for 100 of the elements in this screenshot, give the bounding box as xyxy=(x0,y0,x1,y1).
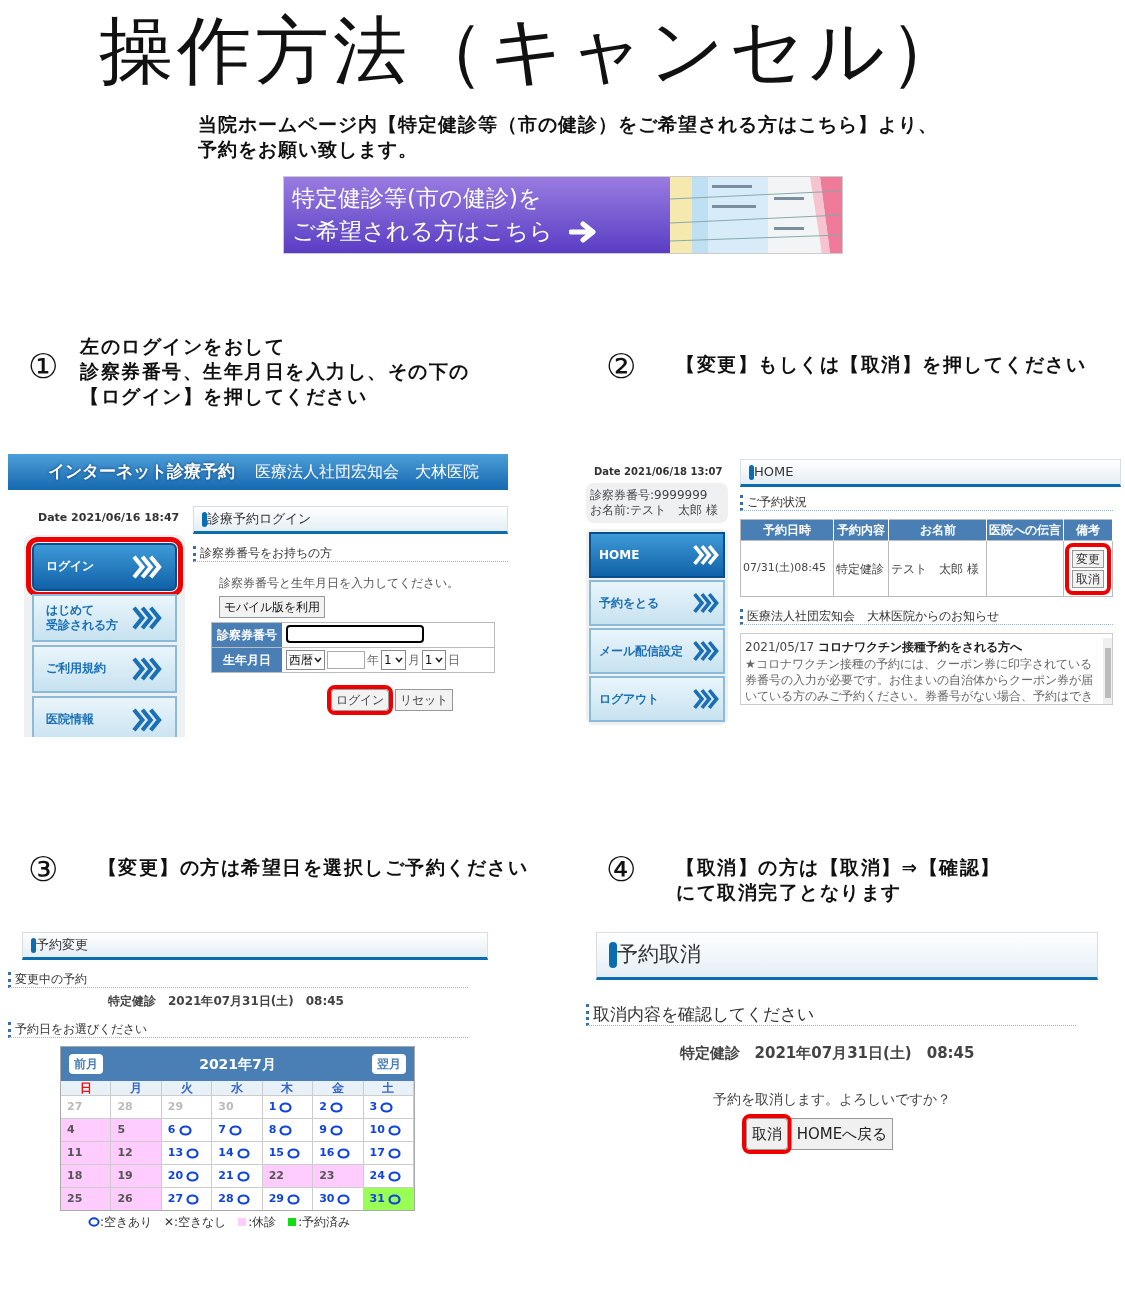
unit-text: 日 xyxy=(448,652,461,669)
month-select[interactable]: 1 xyxy=(381,650,406,670)
calendar-day[interactable]: 12 xyxy=(111,1142,162,1164)
circle-icon xyxy=(329,1124,343,1136)
column-header: 医院への伝言 xyxy=(986,519,1064,541)
circle-icon xyxy=(287,1147,300,1159)
unit-text: 月 xyxy=(407,652,420,669)
page-title: 診療予約ログイン xyxy=(207,510,311,529)
step-instruction: 【取消】の方は【取消】⇒【確認】 xyxy=(676,856,1001,880)
row-action-button[interactable]: 取消 xyxy=(1071,569,1104,588)
banner-text: ご希望される方はこちら xyxy=(292,217,553,246)
circle-icon xyxy=(279,1101,293,1113)
prev-month-button[interactable]: 前月 xyxy=(69,1054,103,1074)
circle-icon xyxy=(228,1124,242,1136)
nav-item[interactable]: ご利用規約 xyxy=(32,644,177,693)
step-instruction: 診察券番号、生年月日を入力し、その下の xyxy=(80,360,470,384)
intro-text: 予約をお願い致します。 xyxy=(198,137,419,162)
calendar-day[interactable]: 23 xyxy=(313,1165,364,1187)
legend-label: ✕:空きなし xyxy=(164,1214,227,1231)
circle-icon xyxy=(329,1101,343,1113)
step-instruction: 左のログインをおして xyxy=(80,335,286,359)
table-cell: テスト 太郎 様 xyxy=(888,540,987,597)
news-body-line: ★コロナワクチン接種の予約には、クーポン券に印字されている xyxy=(745,656,1093,672)
field-label: 生年月日 xyxy=(212,648,282,672)
service-title: インターネット診療予約 xyxy=(48,460,235,484)
nav-item[interactable]: HOME xyxy=(589,532,725,578)
nav-item[interactable]: メール配信設定 xyxy=(589,628,725,674)
calendar-day[interactable]: 26 xyxy=(111,1188,162,1210)
nav-item[interactable]: ログアウト xyxy=(589,676,725,722)
nav-item[interactable]: 予約をとる xyxy=(589,580,725,626)
circle-icon xyxy=(186,1170,200,1182)
nav-label: ログイン xyxy=(46,559,94,574)
calendar-day[interactable]: 22 xyxy=(262,1165,314,1187)
weekday-label: 火 xyxy=(161,1081,213,1095)
row-action-button[interactable]: 変更 xyxy=(1071,549,1104,568)
card-number-field[interactable] xyxy=(286,625,424,643)
circle-icon xyxy=(387,1170,401,1182)
scrollbar xyxy=(1103,638,1112,704)
circle-icon xyxy=(380,1101,394,1113)
nav-label: ログアウト xyxy=(599,691,659,707)
date-text: Date 2021/06/18 13:07 xyxy=(593,465,724,479)
date-text: Date 2021/06/16 18:47 xyxy=(37,510,181,526)
year-field[interactable] xyxy=(327,651,365,669)
news-body-line: 券番号の入力が必要です。お住まいの自治体からクーポン券が届 xyxy=(745,672,1094,688)
legend-label: :予約済み xyxy=(298,1214,351,1231)
triple-chevron-icon xyxy=(693,542,719,568)
calendar-day[interactable]: 31 xyxy=(363,1188,414,1210)
weekday-label: 日 xyxy=(61,1081,112,1095)
news-body-line: いている方のみご予約ください。券番号がない場合、予約はでき xyxy=(745,688,1094,704)
nav-label: メール配信設定 xyxy=(599,643,683,659)
circle-icon xyxy=(287,1193,300,1205)
calendar-day[interactable]: 5 xyxy=(111,1119,162,1141)
caret-icon xyxy=(435,657,444,663)
confirm-button[interactable]: HOMEへ戻る xyxy=(790,1117,894,1151)
marker-icon xyxy=(749,464,754,480)
marker-icon xyxy=(31,937,36,953)
nav-label: 受診される方 xyxy=(46,617,118,633)
section-heading: 変更中の予約 xyxy=(8,972,468,988)
confirm-button[interactable]: 取消 xyxy=(745,1117,788,1151)
section-heading: 取消内容を確認してください xyxy=(586,1004,1076,1027)
nav-label: はじめて xyxy=(46,602,95,618)
triple-chevron-icon xyxy=(693,590,719,616)
circle-icon xyxy=(178,1124,192,1136)
section-heading: 予約日をお選びください xyxy=(8,1022,468,1038)
step-instruction: 【変更】もしくは【取消】を押してください xyxy=(676,353,1086,377)
calendar-day[interactable]: 18 xyxy=(61,1165,112,1187)
current-reservation: 特定健診 2021年07月31日(土) 08:45 xyxy=(108,993,345,1010)
step-number: ④ xyxy=(605,849,638,889)
column-header: 予約内容 xyxy=(833,519,889,541)
circle-icon xyxy=(337,1147,351,1159)
instruction-text: 診察券番号と生年月日を入力してください。 xyxy=(219,575,459,592)
triple-chevron-icon xyxy=(131,604,163,631)
triple-chevron-icon xyxy=(693,638,719,664)
caret-icon xyxy=(394,657,403,663)
calendar-day[interactable]: 4 xyxy=(61,1119,112,1141)
nav-item[interactable]: 医院情報 xyxy=(32,695,177,737)
circle-icon xyxy=(387,1147,401,1159)
cancel-detail: 特定健診 2021年07月31日(土) 08:45 xyxy=(679,1043,975,1065)
day-select[interactable]: 1 xyxy=(421,650,447,670)
calendar-day[interactable]: 25 xyxy=(61,1188,112,1210)
section-heading: 医療法人社団宏知会 大林医院からのお知らせ xyxy=(740,609,1113,625)
nav-label: 医院情報 xyxy=(46,712,94,727)
nav-label: HOME xyxy=(599,547,640,563)
mobile-button[interactable]: モバイル版を利用 xyxy=(219,596,325,618)
weekday-label: 金 xyxy=(313,1081,364,1095)
nav-item[interactable]: はじめて 受診される方 xyxy=(32,593,177,642)
form-button[interactable]: リセット xyxy=(395,689,453,711)
page-title: HOME xyxy=(754,463,794,482)
era-select[interactable]: 西暦 xyxy=(286,650,325,670)
circle-icon xyxy=(387,1124,401,1136)
column-header: 予約日時 xyxy=(740,519,833,541)
patient-info: 診察券番号:9999999 xyxy=(590,488,709,503)
field-label: 診察券番号 xyxy=(212,623,282,647)
banner-link[interactable]: 特定健診等(市の健診)を ご希望される方はこちら xyxy=(283,176,843,254)
next-month-button[interactable]: 翌月 xyxy=(372,1054,406,1074)
caret-icon xyxy=(314,657,322,663)
step-number: ① xyxy=(27,346,60,386)
calendar-day[interactable]: 19 xyxy=(111,1165,162,1187)
calendar-day[interactable]: 11 xyxy=(61,1142,112,1164)
triple-chevron-icon xyxy=(131,553,163,580)
